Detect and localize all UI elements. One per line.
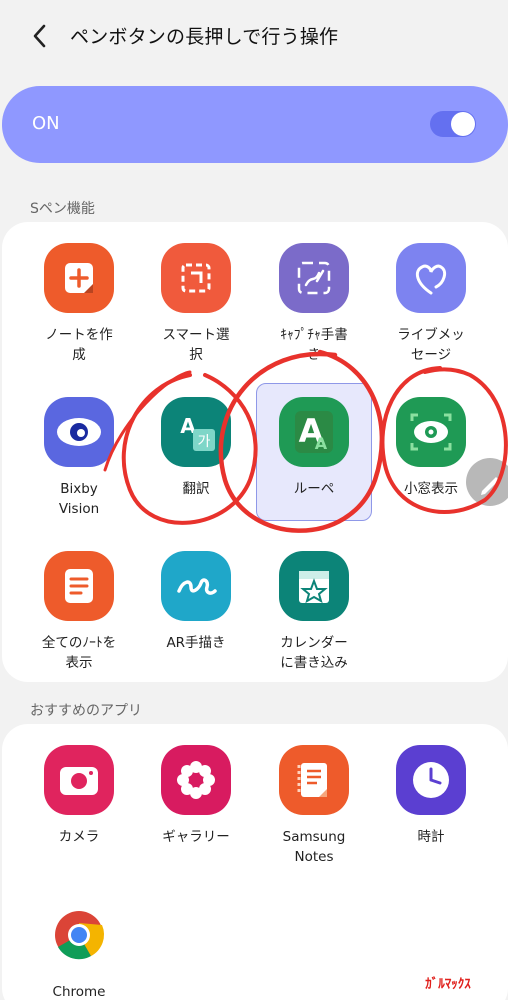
watermark-logo: ｶﾞﾙﾏｯｸｽ [398, 974, 498, 992]
recommended-app[interactable]: Chrome [24, 900, 134, 1000]
back-arrow-icon [33, 24, 46, 48]
app-label-line: AR手描き [166, 635, 226, 651]
app-label-line: セージ [410, 347, 452, 363]
s-pen-app-label: ｷｬﾌﾟﾁｬ手書き [259, 325, 369, 365]
app-label-line: 翻訳 [182, 481, 210, 497]
s-pen-app[interactable]: A A ルーペ [259, 397, 369, 499]
magnify-icon: AA [279, 397, 349, 467]
s-pen-app-label: 全てのﾉｰﾄを 表示 [24, 633, 134, 673]
svg-text:A: A [315, 434, 328, 453]
s-pen-app-label: AR手描き [141, 633, 251, 653]
toggle-knob [451, 112, 475, 136]
live-message-icon [396, 243, 466, 313]
s-pen-app[interactable]: ライブメッ セージ [376, 243, 486, 365]
master-toggle[interactable] [430, 111, 476, 137]
app-label-line: Samsung [282, 829, 346, 845]
app-label-line: ライブメッ [397, 327, 465, 343]
s-pen-app-label: ライブメッ セージ [376, 325, 486, 365]
s-pen-app-label: 翻訳 [141, 479, 251, 499]
app-label-line: 択 [189, 347, 203, 363]
recommended-app-label: Chrome [24, 982, 134, 1000]
section-title-recommended: おすすめのアプリ [30, 703, 142, 719]
app-label-line: Chrome [52, 984, 106, 1000]
master-switch-label: ON [32, 113, 60, 134]
translate-icon: A가 [161, 397, 231, 467]
app-label-line: ｷｬﾌﾟﾁｬ手書 [280, 327, 348, 343]
clock-icon [396, 745, 466, 815]
samsung-notes-icon [279, 745, 349, 815]
app-label-line: き [307, 347, 321, 363]
create-note-icon [44, 243, 114, 313]
smart-select-icon [161, 243, 231, 313]
app-label-line: 全てのﾉｰﾄを [41, 635, 117, 651]
s-pen-app[interactable]: ノートを作成 [24, 243, 134, 365]
recommended-app[interactable]: ギャラリー [141, 745, 251, 847]
app-label-line: カメラ [58, 829, 100, 845]
app-label-line: ノートを作 [45, 327, 113, 343]
app-label-line: Notes [294, 849, 334, 865]
app-label-line: 時計 [417, 829, 445, 845]
camera-icon [44, 745, 114, 815]
master-switch-bar[interactable]: ON [2, 86, 508, 163]
pen-icon [481, 477, 499, 495]
app-label-line: に書き込み [280, 655, 348, 671]
recommended-app-label: ギャラリー [141, 827, 251, 847]
s-pen-app-label: ルーペ [259, 479, 369, 499]
screen-write-icon [279, 243, 349, 313]
section-title-s-pen: Sペン機能 [30, 201, 95, 217]
app-label-line: Vision [58, 501, 100, 517]
bixby-vision-icon [44, 397, 114, 467]
s-pen-app[interactable]: ｷｬﾌﾟﾁｬ手書き [259, 243, 369, 365]
recommended-app[interactable]: 時計 [376, 745, 486, 847]
s-pen-app[interactable]: A 가 翻訳 [141, 397, 251, 499]
ar-doodle-icon [161, 551, 231, 621]
recommended-app[interactable]: Samsung Notes [259, 745, 369, 867]
calendar-write-icon [279, 551, 349, 621]
app-label-line: ルーペ [293, 481, 335, 497]
s-pen-app-label: カレンダーに書き込み [259, 633, 369, 673]
view-all-notes-icon [44, 551, 114, 621]
svg-text:ｶﾞﾙﾏｯｸｽ: ｶﾞﾙﾏｯｸｽ [425, 976, 471, 992]
recommended-app-label: 時計 [376, 827, 486, 847]
svg-text:가: 가 [198, 434, 211, 450]
recommended-app[interactable]: カメラ [24, 745, 134, 847]
s-pen-app-label: スマート選択 [141, 325, 251, 365]
app-label-line: 成 [72, 347, 86, 363]
chrome-icon [44, 900, 114, 970]
s-pen-app[interactable]: スマート選択 [141, 243, 251, 365]
recommended-app-label: Samsung Notes [259, 827, 369, 867]
s-pen-app-label: ノートを作成 [24, 325, 134, 365]
s-pen-app-label: Bixby Vision [24, 479, 134, 519]
s-pen-app[interactable]: カレンダーに書き込み [259, 551, 369, 673]
app-label-line: 表示 [65, 655, 93, 671]
back-button[interactable] [26, 18, 56, 54]
glance-icon [396, 397, 466, 467]
page-title: ペンボタンの長押しで行う操作 [70, 26, 339, 48]
app-header: ペンボタンの長押しで行う操作 [0, 0, 508, 72]
s-pen-app[interactable]: 全てのﾉｰﾄを 表示 [24, 551, 134, 673]
air-command-button[interactable] [466, 458, 508, 506]
app-label-line: カレンダー [280, 635, 348, 651]
s-pen-app[interactable]: Bixby Vision [24, 397, 134, 519]
s-pen-app[interactable]: AR手描き [141, 551, 251, 653]
gallery-icon [161, 745, 231, 815]
recommended-app-label: カメラ [24, 827, 134, 847]
app-label-line: Bixby [60, 481, 98, 497]
app-label-line: スマート選 [162, 327, 230, 343]
app-label-line: ギャラリー [162, 829, 230, 845]
